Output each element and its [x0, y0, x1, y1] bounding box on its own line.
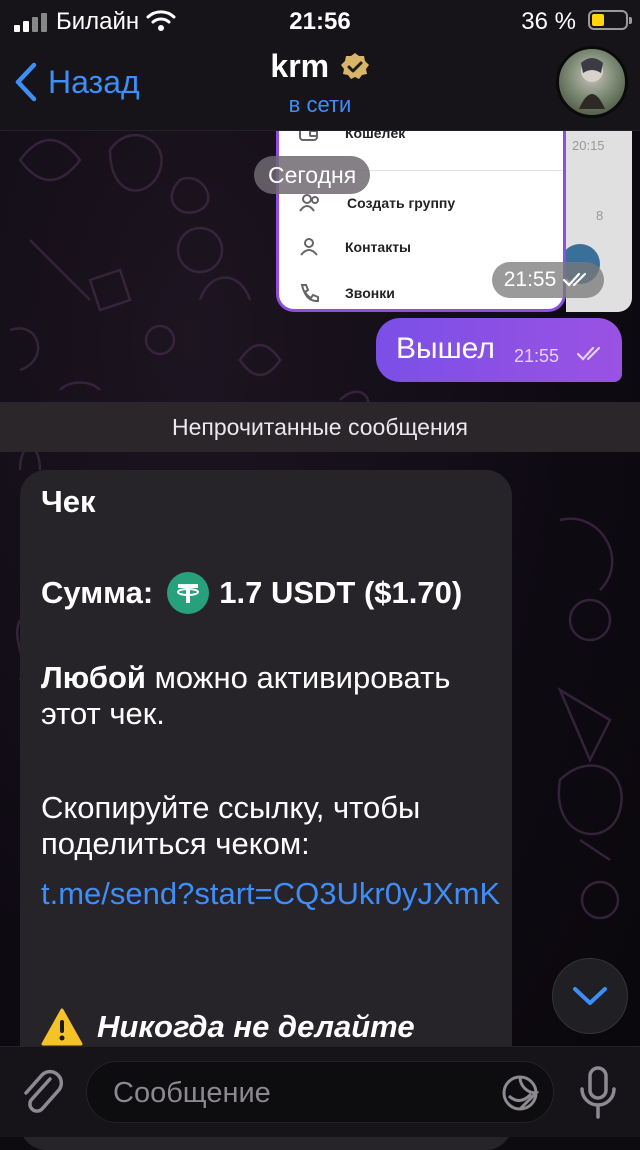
check-title: Чек	[41, 484, 96, 519]
unread-separator: Непрочитанные сообщения	[0, 402, 640, 452]
image-menu-item: Звонки	[299, 278, 395, 308]
image-strip-count: 8	[596, 208, 604, 223]
date-chip: Сегодня	[254, 156, 371, 194]
check-copy-text: Скопируйте ссылку, чтобы поделиться чеко…	[41, 790, 421, 861]
check-sum: Сумма: 1.7 USDT ($1.70)	[41, 572, 462, 614]
message-time: 21:55	[514, 346, 560, 366]
chat-name: krm	[270, 48, 330, 84]
scroll-down-button[interactable]	[552, 958, 628, 1034]
sum-value: 1.7 USDT ($1.70)	[219, 575, 463, 610]
contact-icon	[300, 238, 318, 256]
chat-title[interactable]: krm	[0, 48, 640, 85]
warning-text: Никогда не делайте	[97, 1009, 415, 1044]
usdt-icon	[167, 572, 210, 614]
image-strip-time: 20:15	[572, 138, 605, 153]
any-bold: Любой	[41, 660, 146, 695]
status-bar: Билайн 21:56 36 %	[0, 0, 640, 42]
paperclip-icon[interactable]	[20, 1067, 64, 1117]
image-message-time: 21:55	[492, 262, 604, 298]
sum-label: Сумма:	[41, 575, 154, 610]
message-field[interactable]	[86, 1061, 554, 1124]
image-menu-item: Контакты	[299, 232, 411, 262]
outgoing-message[interactable]: Вышел 21:55	[376, 318, 622, 382]
warning-icon	[41, 1008, 83, 1046]
battery-percent: 36 %	[521, 8, 576, 35]
message-input-bar	[0, 1046, 640, 1137]
message-text: Вышел	[396, 332, 495, 365]
online-status: в сети	[288, 92, 352, 117]
battery-level	[592, 14, 604, 26]
avatar[interactable]	[556, 46, 628, 118]
battery-icon	[588, 10, 632, 30]
group-icon	[299, 194, 319, 212]
check-activation-text: Любой можно активировать этот чек.	[41, 660, 501, 732]
check-link[interactable]: t.me/send?start=CQ3Ukr0yJXmK	[41, 876, 501, 912]
check-warning: Никогда не делайте	[41, 1008, 415, 1046]
message-input[interactable]	[111, 1062, 495, 1124]
verified-icon	[340, 52, 369, 79]
read-ticks-icon	[563, 272, 587, 287]
read-ticks-icon	[576, 346, 601, 361]
chevron-down-icon	[573, 987, 607, 1005]
sticker-icon[interactable]	[501, 1074, 539, 1112]
chat-header: Назад krm в сети	[0, 42, 640, 131]
phone-icon	[300, 284, 319, 302]
microphone-icon[interactable]	[578, 1065, 618, 1121]
